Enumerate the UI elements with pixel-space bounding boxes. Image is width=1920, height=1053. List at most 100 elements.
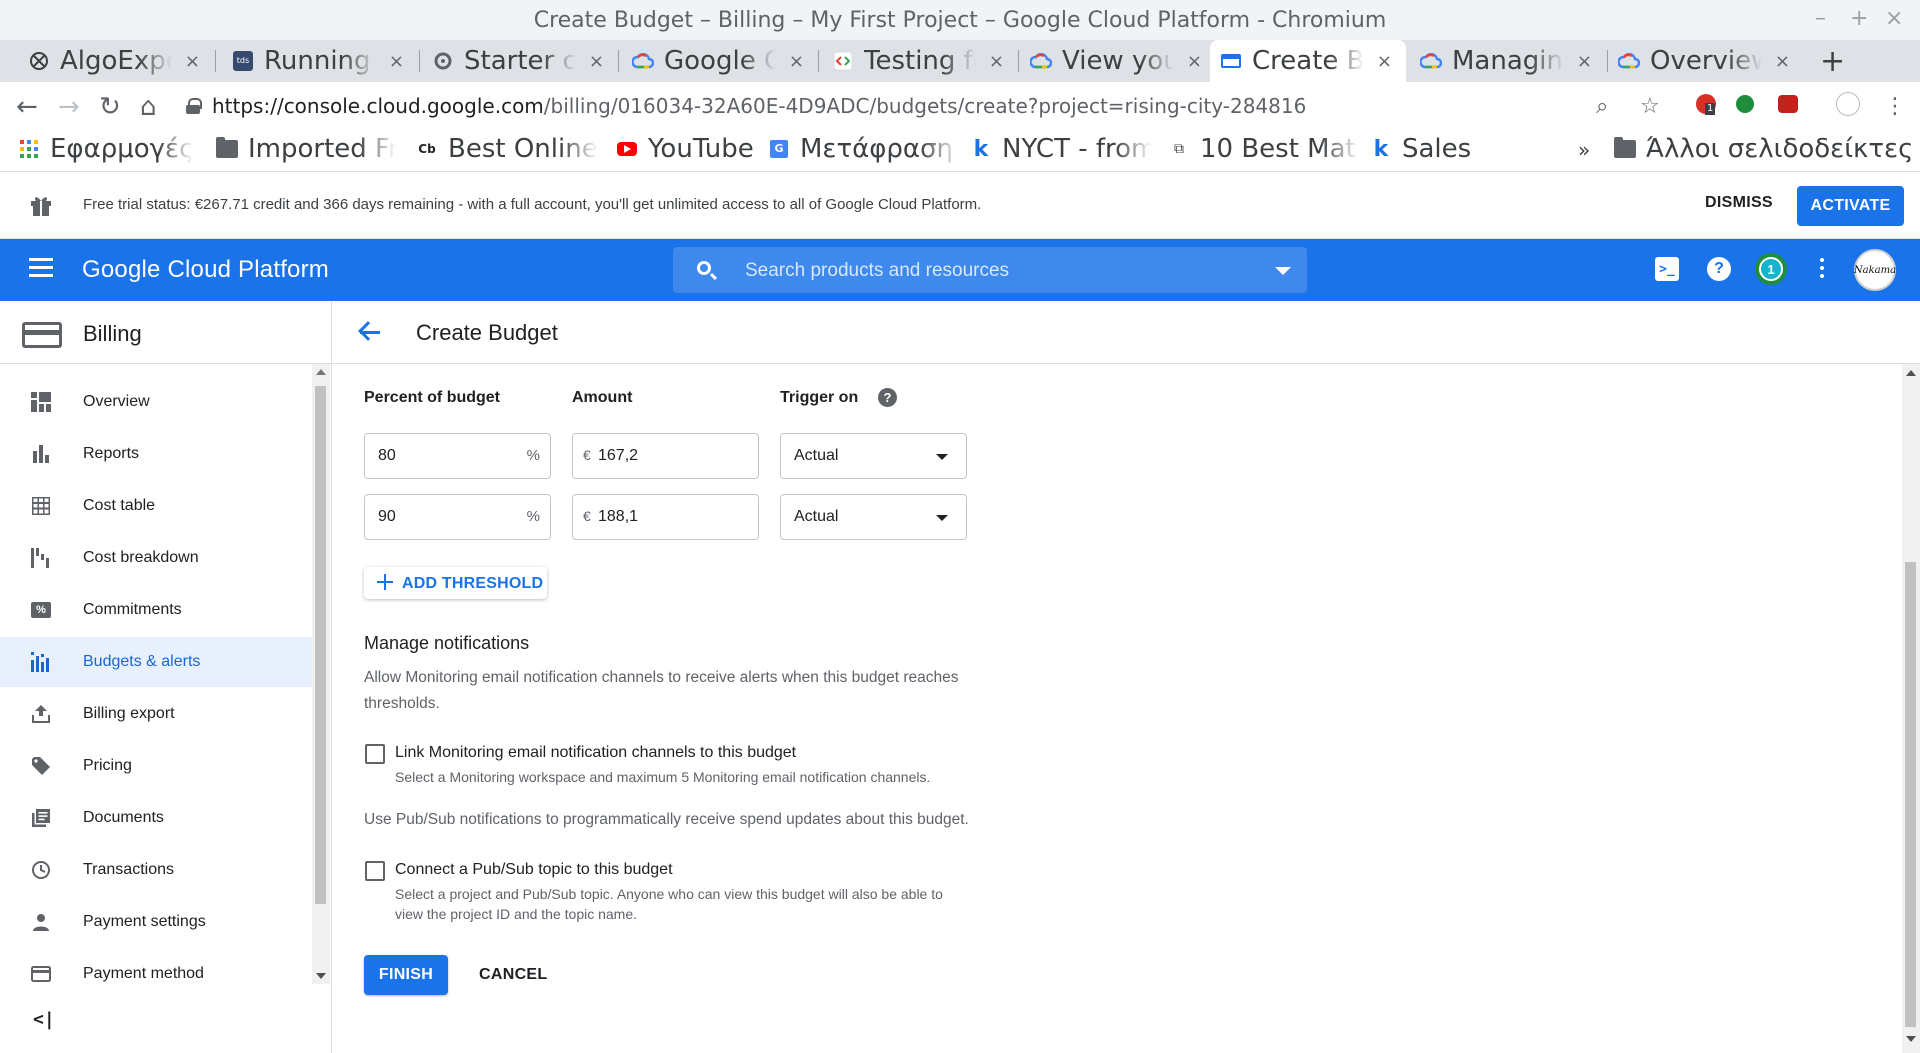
scroll-up-icon[interactable] [1906,370,1916,376]
bookmark-star-icon[interactable]: ☆ [1640,94,1660,119]
activate-button[interactable]: ACTIVATE [1797,186,1904,226]
home-icon[interactable]: ⌂ [140,92,157,122]
avatar[interactable]: Nakama [1854,249,1896,291]
finish-button[interactable]: FINISH [364,955,448,995]
sidebar-item-payment-method[interactable]: Payment method [0,949,312,999]
link-monitoring-checkbox[interactable] [365,744,385,764]
person-icon [30,911,52,933]
dismiss-button[interactable]: DISMISS [1705,194,1773,212]
tab-close-icon[interactable]: × [789,51,804,72]
bookmark-imported[interactable]: Imported From [216,134,396,164]
tab-close-icon[interactable]: × [1775,51,1790,72]
chevron-down-icon[interactable] [1275,267,1291,275]
forward-icon[interactable]: → [58,92,80,122]
pubsub-label[interactable]: Connect a Pub/Sub topic to this budget [395,861,673,879]
reload-icon[interactable]: ↻ [99,92,121,122]
sidebar-item-budgets-alerts[interactable]: Budgets & alerts [0,637,312,687]
sidebar-scrollbar-thumb[interactable] [315,386,326,904]
pubsub-checkbox[interactable] [365,861,385,881]
tab-close-icon[interactable]: × [1577,51,1592,72]
credit-card-icon [30,963,52,985]
sidebar-item-pricing[interactable]: Pricing [0,741,312,791]
help-icon[interactable]: ? [878,388,897,407]
sidebar-item-billing-export[interactable]: Billing export [0,689,312,739]
sidebar-item-commitments[interactable]: % Commitments [0,585,312,635]
bookmark-nyct[interactable]: k NYCT - from [970,134,1152,164]
address-bar[interactable]: https://console.cloud.google.com/billing… [186,87,1676,125]
billing-sidebar: Billing Overview Reports Cost table Cost… [0,301,332,1053]
back-arrow-icon[interactable] [357,319,383,345]
browser-tab[interactable]: View your × [1020,40,1216,82]
zoom-icon[interactable]: ⌕ [1596,94,1608,119]
bookmark-10-best[interactable]: ⧉ 10 Best Mat [1168,134,1360,164]
main-scrollbar-thumb[interactable] [1905,562,1916,1027]
bookmarks-overflow-button[interactable]: » [1578,138,1590,162]
extension-icon[interactable]: 1 [1696,94,1716,120]
tab-close-icon[interactable]: × [989,51,1004,72]
tab-close-icon[interactable]: × [389,51,404,72]
browser-tab[interactable]: Managing × [1410,40,1606,82]
link-monitoring-sublabel: Select a Monitoring workspace and maximu… [395,769,931,785]
browser-tab[interactable]: Overview × [1608,40,1804,82]
sidebar-item-overview[interactable]: Overview [0,377,312,427]
back-icon[interactable]: ← [16,92,38,122]
scroll-down-icon[interactable] [316,973,326,979]
tab-close-icon[interactable]: × [589,51,604,72]
sidebar-item-reports[interactable]: Reports [0,429,312,479]
new-tab-button[interactable]: + [1820,44,1845,79]
percent-field[interactable]: 90 % [364,494,551,540]
percent-field[interactable]: 80 % [364,433,551,479]
documents-icon [30,807,52,829]
monitoring-description-cont: thresholds. [364,695,440,712]
console-header: Google Cloud Platform Search products an… [0,239,1920,301]
close-window-button[interactable]: × [1885,6,1903,31]
product-title[interactable]: Google Cloud Platform [82,256,329,284]
cloud-shell-icon[interactable]: >_ [1655,257,1679,281]
bookmark-youtube[interactable]: YouTube [616,134,754,164]
browser-tab[interactable]: Starter check × [422,40,618,82]
browser-menu-icon[interactable]: ⋮ [1884,94,1906,119]
clock-icon [30,859,52,881]
link-monitoring-label[interactable]: Link Monitoring email notification chann… [395,744,796,762]
trigger-column-header: Trigger on [780,389,859,406]
amount-field[interactable]: € 167,2 [572,433,759,479]
search-icon [697,261,711,275]
search-input[interactable]: Search products and resources [673,247,1307,293]
profile-avatar[interactable] [1836,92,1860,122]
sidebar-item-transactions[interactable]: Transactions [0,845,312,895]
browser-tab[interactable]: Testing for × [822,40,1018,82]
maximize-window-button[interactable]: + [1850,6,1868,31]
browser-tab[interactable]: AlgoExpert × [18,40,214,82]
bookmark-apps[interactable]: Εφαρμογές [18,134,194,164]
sidebar-item-cost-table[interactable]: Cost table [0,481,312,531]
trigger-select[interactable]: Actual [780,494,967,540]
tab-close-icon[interactable]: × [1377,51,1392,72]
tab-strip: AlgoExpert × tds Running Jobs × Starter … [0,40,1920,82]
other-bookmarks[interactable]: Άλλοι σελιδοδείκτες [1614,134,1913,164]
browser-tab[interactable]: tds Running Jobs × [222,40,418,82]
browser-tab[interactable]: Google Cloud × [622,40,818,82]
browser-tab-active[interactable]: Create Budget × [1210,40,1406,82]
help-icon[interactable]: ? [1707,257,1731,281]
menu-icon[interactable] [29,258,53,278]
add-threshold-button[interactable]: ADD THRESHOLD [364,567,547,599]
cancel-button[interactable]: CANCEL [479,966,547,984]
bookmark-best-online[interactable]: Cb Best Online [416,134,598,164]
bookmark-sales[interactable]: k Sales [1370,134,1472,164]
sidebar-item-payment-settings[interactable]: Payment settings [0,897,312,947]
scroll-down-icon[interactable] [1906,1036,1916,1042]
collapse-sidebar-button[interactable]: <| [33,1009,55,1030]
tab-close-icon[interactable]: × [185,51,200,72]
tab-close-icon[interactable]: × [1187,51,1202,72]
more-options-icon[interactable] [1820,258,1824,282]
sidebar-item-documents[interactable]: Documents [0,793,312,843]
sidebar-item-cost-breakdown[interactable]: Cost breakdown [0,533,312,583]
notifications-icon[interactable]: 1 [1755,253,1787,285]
minimize-window-button[interactable]: – [1815,6,1826,31]
amount-field[interactable]: € 188,1 [572,494,759,540]
trigger-select[interactable]: Actual [780,433,967,479]
extension-green-icon[interactable] [1736,94,1754,119]
scroll-up-icon[interactable] [316,369,326,375]
bookmark-translate[interactable]: G Μετάφραση [768,134,960,164]
extension-red-icon[interactable] [1778,94,1798,119]
